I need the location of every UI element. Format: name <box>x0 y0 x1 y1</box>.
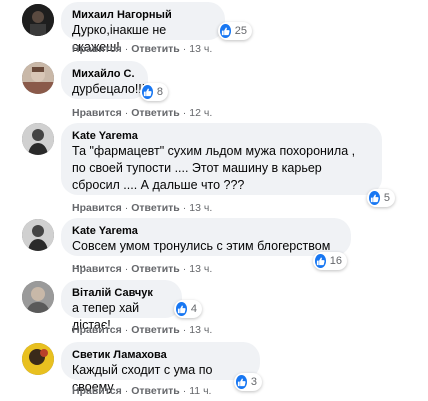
avatar[interactable] <box>22 219 54 251</box>
separator: · <box>124 107 129 119</box>
avatar[interactable] <box>22 62 54 94</box>
comment-actions: Нравится · Ответить · 12 ч. <box>72 107 212 120</box>
reply-link[interactable]: Ответить <box>131 385 180 397</box>
separator: · <box>182 385 187 397</box>
avatar[interactable] <box>22 4 54 36</box>
reaction-count[interactable]: 3 <box>234 373 262 391</box>
reaction-count[interactable]: 4 <box>174 300 202 318</box>
separator: · <box>124 324 129 336</box>
reaction-count[interactable]: 16 <box>313 252 347 270</box>
comment-actions: Нравится · Ответить · 13 ч. <box>72 202 212 215</box>
like-icon <box>142 85 153 99</box>
comment-author[interactable]: Віталій Савчук <box>72 286 170 300</box>
comment-time[interactable]: 13 ч. <box>189 263 212 275</box>
like-count: 16 <box>329 255 342 267</box>
comment-actions: Нравится · Ответить · 11 ч. <box>72 385 211 398</box>
like-icon <box>369 191 380 205</box>
like-count: 5 <box>383 192 390 204</box>
separator: · <box>182 263 187 275</box>
comment-author[interactable]: Михайло С. <box>72 67 136 81</box>
comment-text: Та "фармацевт" сухим льдом мужа похорони… <box>72 144 356 192</box>
like-icon <box>176 302 187 316</box>
like-link[interactable]: Нравится <box>72 385 122 397</box>
comment-time[interactable]: 13 ч. <box>189 43 212 55</box>
like-icon <box>236 375 247 389</box>
separator: · <box>182 43 187 55</box>
reaction-count[interactable]: 8 <box>140 83 168 101</box>
reaction-count[interactable]: 25 <box>218 22 252 40</box>
reply-link[interactable]: Ответить <box>131 324 180 336</box>
reaction-count[interactable]: 5 <box>367 189 395 207</box>
separator: · <box>124 43 129 55</box>
like-link[interactable]: Нравится <box>72 43 122 55</box>
like-link[interactable]: Нравится <box>72 107 122 119</box>
like-count: 4 <box>190 303 197 315</box>
separator: · <box>182 202 187 214</box>
like-link[interactable]: Нравится <box>72 324 122 336</box>
avatar[interactable] <box>22 123 54 155</box>
comment-actions: Нравится · Ответить · 13 ч. <box>72 324 212 337</box>
comment-bubble: Михаил Нагорный Дурко,інакше не скажеш! <box>61 2 225 54</box>
like-icon <box>315 254 326 268</box>
separator: · <box>124 263 129 275</box>
like-count: 25 <box>234 25 247 37</box>
separator: · <box>124 385 129 397</box>
comment-bubble: Kate Yarema Совсем умом тронулись с этим… <box>61 218 351 270</box>
comment-text: дурбецало!!! <box>72 82 146 96</box>
comment-actions: Нравится · Ответить · 13 ч. <box>72 43 212 56</box>
separator: · <box>182 324 187 336</box>
comment-bubble: Kate Yarema Та "фармацевт" сухим льдом м… <box>61 123 382 195</box>
comment-time[interactable]: 12 ч. <box>189 107 212 119</box>
reply-link[interactable]: Ответить <box>131 263 180 275</box>
comment-time[interactable]: 13 ч. <box>189 202 212 214</box>
comments-feed: Михаил Нагорный Дурко,інакше не скажеш! … <box>0 0 428 401</box>
comment-author[interactable]: Kate Yarema <box>72 129 370 143</box>
comment-time[interactable]: 11 ч. <box>189 385 211 397</box>
comment-bubble: Віталій Савчук а тепер хай дістає! <box>61 280 182 332</box>
like-icon <box>220 24 231 38</box>
separator: · <box>124 202 129 214</box>
comment-time[interactable]: 13 ч. <box>189 324 212 336</box>
comment-author[interactable]: Михаил Нагорный <box>72 8 213 22</box>
comment-author[interactable]: Kate Yarema <box>72 224 339 238</box>
reply-link[interactable]: Ответить <box>131 43 180 55</box>
reply-link[interactable]: Ответить <box>131 202 180 214</box>
comment-actions: Нравится · Ответить · 13 ч. <box>72 263 212 276</box>
like-count: 8 <box>156 86 163 98</box>
avatar[interactable] <box>22 343 54 375</box>
reply-link[interactable]: Ответить <box>131 107 180 119</box>
comment-author[interactable]: Светик Ламахова <box>72 348 248 362</box>
like-count: 3 <box>250 376 257 388</box>
separator: · <box>182 107 187 119</box>
comment-bubble: Михайло С. дурбецало!!! <box>61 61 148 99</box>
comment-bubble: Светик Ламахова Каждый сходит с ума по с… <box>61 342 260 394</box>
avatar[interactable] <box>22 281 54 313</box>
like-link[interactable]: Нравится <box>72 263 122 275</box>
like-link[interactable]: Нравится <box>72 202 122 214</box>
